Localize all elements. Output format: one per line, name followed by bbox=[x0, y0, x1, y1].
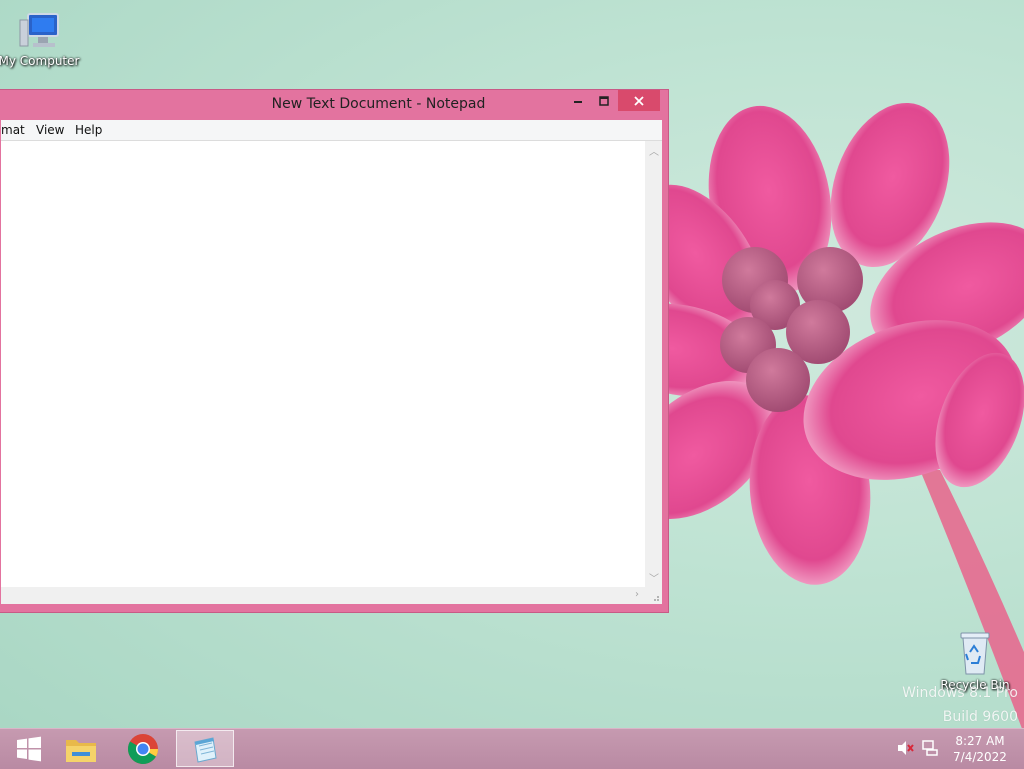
scroll-down-icon[interactable]: ﹀ bbox=[649, 570, 659, 585]
network-icon[interactable] bbox=[921, 740, 939, 759]
menu-format[interactable]: mat bbox=[1, 123, 25, 137]
horizontal-scrollbar[interactable]: › bbox=[1, 587, 645, 604]
notepad-icon bbox=[194, 736, 217, 763]
recycle-bin-icon bbox=[960, 632, 990, 675]
menu-view[interactable]: View bbox=[36, 123, 64, 137]
desktop-icon-my-computer[interactable]: My Computer bbox=[0, 10, 81, 68]
resize-grip-icon bbox=[654, 596, 659, 601]
scroll-right-icon[interactable]: › bbox=[635, 589, 639, 600]
windows-version-watermark: Windows 8.1 Pro bbox=[902, 685, 1018, 701]
windows-logo-icon bbox=[17, 736, 41, 761]
clock-date: 7/4/2022 bbox=[953, 750, 1007, 764]
title-bar[interactable]: New Text Document - Notepad bbox=[0, 90, 668, 119]
desktop-icon-recycle-bin[interactable]: Recycle Bin bbox=[933, 630, 1017, 692]
desktop-icon-label: My Computer bbox=[0, 54, 80, 68]
vertical-scrollbar[interactable]: ︿ ﹀ bbox=[645, 141, 662, 587]
close-icon bbox=[634, 95, 644, 106]
taskbar-chrome[interactable] bbox=[114, 730, 172, 767]
menu-bar: mat View Help bbox=[1, 120, 662, 141]
taskbar: 8:27 AM 7/4/2022 bbox=[0, 728, 1024, 769]
taskbar-file-explorer[interactable] bbox=[52, 730, 110, 767]
minimize-button[interactable] bbox=[567, 90, 589, 111]
system-clock[interactable]: 8:27 AM 7/4/2022 bbox=[946, 733, 1014, 765]
notepad-window: New Text Document - Notepad mat View Hel… bbox=[0, 89, 669, 613]
maximize-button[interactable] bbox=[593, 90, 615, 111]
windows-build-watermark: Build 9600 bbox=[942, 709, 1018, 725]
folder-icon bbox=[66, 739, 96, 762]
menu-help[interactable]: Help bbox=[75, 123, 102, 137]
computer-icon bbox=[19, 13, 59, 47]
start-button[interactable] bbox=[0, 730, 58, 767]
chrome-icon bbox=[127, 733, 159, 764]
taskbar-notepad[interactable] bbox=[176, 730, 234, 767]
speaker-muted-icon[interactable] bbox=[897, 740, 915, 759]
scroll-up-icon[interactable]: ︿ bbox=[649, 143, 659, 158]
clock-time: 8:27 AM bbox=[955, 734, 1005, 748]
resize-grip[interactable] bbox=[645, 587, 662, 604]
desktop: My Computer Recycle Bin Windows 8.1 Pro … bbox=[0, 0, 1024, 728]
minimize-icon bbox=[574, 100, 582, 103]
text-editor[interactable] bbox=[1, 141, 645, 587]
close-button[interactable] bbox=[618, 90, 660, 111]
maximize-icon bbox=[599, 95, 609, 106]
